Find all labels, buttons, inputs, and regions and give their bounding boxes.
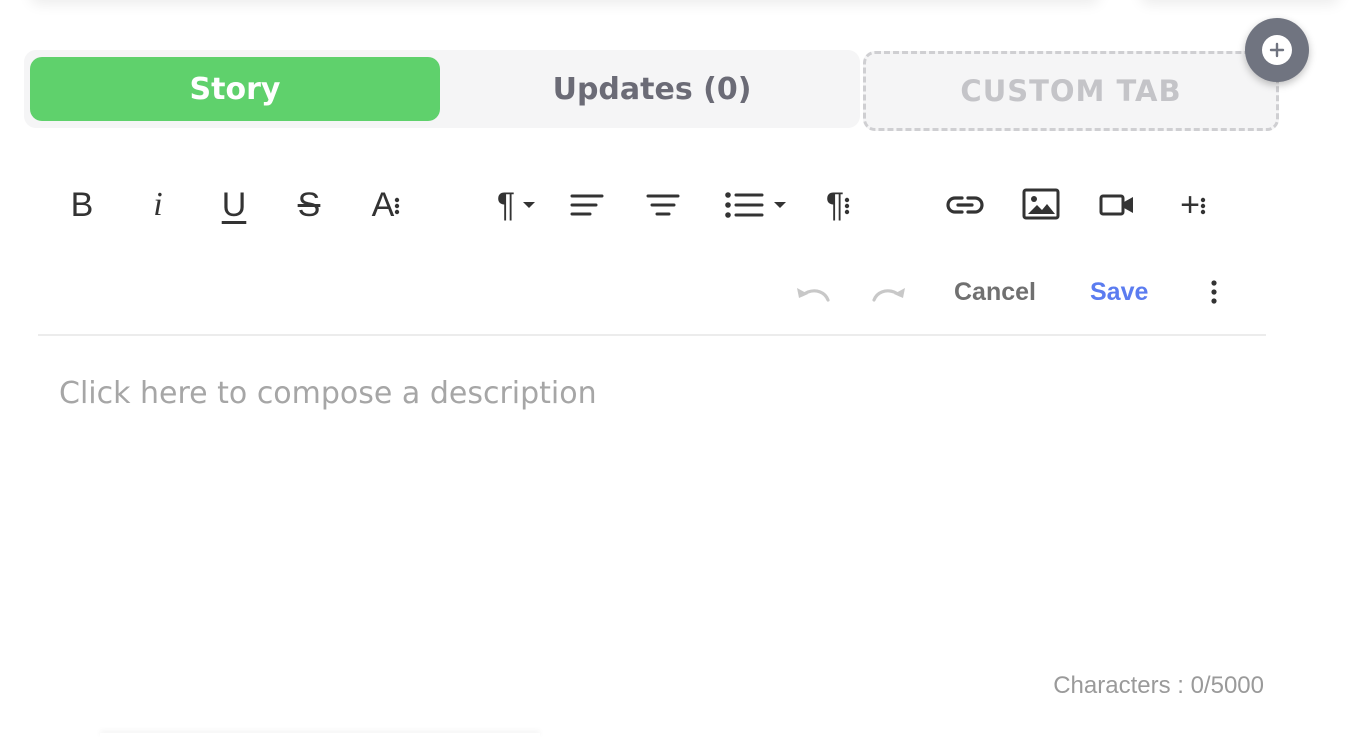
undo-button[interactable] (792, 278, 834, 308)
font-size-icon: A (371, 186, 395, 224)
unordered-list-icon (725, 192, 764, 218)
redo-button[interactable] (868, 278, 910, 308)
editor-placeholder: Click here to compose a description (59, 376, 597, 411)
redo-icon (872, 288, 905, 302)
align-center-button[interactable] (642, 186, 684, 224)
underline-icon: U (221, 186, 247, 224)
more-dots-icon (844, 197, 850, 215)
cancel-button[interactable]: Cancel (954, 274, 1036, 310)
strikethrough-icon: S (297, 186, 321, 224)
bold-button[interactable]: B (62, 184, 102, 226)
undo-icon (797, 288, 830, 302)
italic-button[interactable]: i (140, 184, 176, 226)
insert-video-button[interactable] (1096, 186, 1138, 224)
link-icon (946, 196, 984, 214)
plus-circle-icon (1262, 35, 1292, 65)
tab-updates[interactable]: Updates (0) (450, 57, 854, 121)
paragraph-icon: ¶ (825, 186, 845, 224)
tab-custom[interactable]: CUSTOM TAB (863, 51, 1279, 131)
more-dots-icon (395, 197, 400, 215)
more-paragraph-button[interactable]: ¶ (818, 184, 858, 226)
more-options-button[interactable] (1202, 274, 1226, 310)
list-button[interactable] (716, 184, 796, 226)
paragraph-format-button[interactable]: ¶ (488, 184, 546, 226)
plus-icon: + (1180, 186, 1200, 224)
toolbar-divider (38, 334, 1266, 336)
bold-icon: B (70, 186, 94, 224)
more-dots-icon (1200, 197, 1206, 215)
video-icon (1099, 194, 1133, 216)
more-vertical-icon (1211, 280, 1217, 304)
font-size-button[interactable]: A (364, 184, 408, 226)
insert-image-button[interactable] (1020, 184, 1062, 224)
tab-bar: Story Updates (0) (24, 50, 860, 128)
align-left-icon (570, 194, 604, 216)
character-counter: Characters : 0/5000 (1053, 672, 1264, 699)
align-left-button[interactable] (566, 186, 608, 224)
add-tab-button[interactable] (1245, 18, 1309, 82)
image-icon (1022, 188, 1060, 220)
paragraph-icon: ¶ (496, 186, 516, 224)
insert-link-button[interactable] (942, 186, 988, 224)
underline-button[interactable]: U (212, 184, 256, 226)
strikethrough-button[interactable]: S (288, 184, 330, 226)
insert-more-button[interactable]: + (1170, 184, 1216, 226)
dropdown-arrow-icon (774, 202, 786, 208)
dropdown-arrow-icon (523, 202, 536, 208)
align-center-icon (646, 194, 680, 216)
save-button[interactable]: Save (1090, 274, 1148, 310)
tab-story[interactable]: Story (30, 57, 440, 121)
description-editor[interactable]: Click here to compose a description (59, 376, 1259, 636)
italic-icon: i (153, 186, 163, 223)
